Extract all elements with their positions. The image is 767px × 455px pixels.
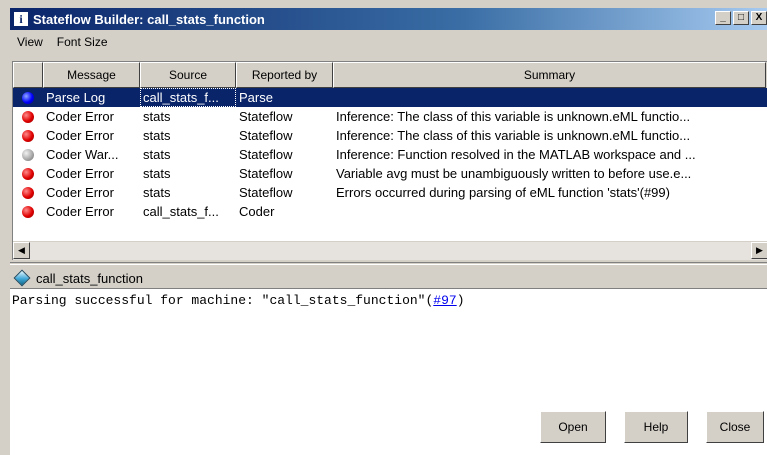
status-cell [13,164,43,183]
reported-by-cell: Stateflow [239,185,293,200]
blue-dot-icon [22,91,34,104]
source-cell: call_stats_f... [143,204,219,219]
minimize-button[interactable]: _ [715,11,731,25]
menu-font-size[interactable]: Font Size [50,35,115,49]
summary-cell: Inference: Function resolved in the MATL… [336,147,696,162]
machine-name: call_stats_function [36,270,143,286]
maximize-button[interactable]: □ [733,11,749,25]
table-row[interactable]: Coder Error stats Stateflow Errors occurred… [13,183,767,202]
source-cell: stats [143,166,171,181]
table-row[interactable]: Coder Error stats Stateflow Variable avg mu… [13,164,767,183]
horizontal-scrollbar[interactable]: ◀ ▶ [13,241,767,260]
message-cell: Coder Error [46,166,114,181]
gray-dot-icon [22,148,34,161]
summary-cell: Errors occurred during parsing of eML fu… [336,185,670,200]
window-controls: _ □ X [715,11,767,25]
message-cell: Parse Log [46,90,106,105]
reported-by-cell: Coder [239,204,275,219]
header-source[interactable]: Source [140,62,236,88]
status-cell [13,88,43,107]
header-message[interactable]: Message [43,62,140,88]
table-body: Parse Log call_stats_f... Parse Coder Error… [13,88,767,221]
output-link[interactable]: #97 [433,293,456,308]
summary-cell: Inference: The class of this variable is… [336,128,691,143]
summary-cell [333,88,766,107]
scroll-right-button[interactable]: ▶ [751,242,767,259]
source-cell: stats [143,147,171,162]
open-button[interactable]: Open [540,411,606,443]
scroll-left-button[interactable]: ◀ [13,242,30,259]
red-dot-icon [22,167,34,180]
message-table: Message Source Reported by Summary Parse… [12,61,767,260]
table-row[interactable]: Coder Error stats Stateflow Inference: The … [13,126,767,145]
reported-by-cell: Stateflow [239,166,293,181]
message-cell: Coder Error [46,109,114,124]
red-dot-icon [22,205,34,218]
red-dot-icon [22,110,34,123]
reported-by-cell: Stateflow [239,128,293,143]
header-summary[interactable]: Summary [333,62,766,88]
table-row[interactable]: Coder Error call_stats_f... Coder [13,202,767,221]
table-row[interactable]: Coder War... stats Stateflow Inference: Fun… [13,145,767,164]
pane-divider[interactable] [10,262,767,265]
header-reported-by[interactable]: Reported by [236,62,333,88]
status-cell [13,145,43,164]
window-title: Stateflow Builder: call_stats_function [33,11,265,27]
help-button[interactable]: Help [624,411,688,443]
reported-by-cell: Stateflow [239,109,293,124]
message-cell: Coder War... [46,147,119,162]
source-cell: stats [143,185,171,200]
header-icon-column[interactable] [13,62,43,88]
status-cell [13,126,43,145]
table-header: Message Source Reported by Summary [13,62,767,88]
machine-diamond-icon [13,269,31,287]
title-bar: i Stateflow Builder: call_stats_function… [10,8,767,30]
output-prefix: Parsing successful for machine: "call_st… [12,293,434,308]
red-dot-icon [22,129,34,142]
info-icon: i [14,12,28,26]
source-cell: stats [143,109,171,124]
output-suffix: ) [456,293,465,308]
close-window-button[interactable]: X [751,11,767,25]
machine-label: call_stats_function [13,269,143,287]
table-row[interactable]: Coder Error stats Stateflow Inference: The … [13,107,767,126]
menu-bar: View Font Size [10,31,767,53]
message-cell: Coder Error [46,204,114,219]
status-cell [13,107,43,126]
close-button[interactable]: Close [706,411,764,443]
source-cell: call_stats_f... [140,88,236,107]
summary-cell: Variable avg must be unambiguously writt… [336,166,692,181]
table-row[interactable]: Parse Log call_stats_f... Parse [13,88,767,107]
reported-by-cell: Stateflow [239,147,293,162]
status-cell [13,183,43,202]
red-dot-icon [22,186,34,199]
summary-cell [333,202,766,221]
message-cell: Coder Error [46,185,114,200]
message-cell: Coder Error [46,128,114,143]
summary-cell: Inference: The class of this variable is… [336,109,691,124]
output-text: Parsing successful for machine: "call_st… [10,289,767,308]
reported-by-cell: Parse [239,90,273,105]
source-cell: stats [143,128,171,143]
status-cell [13,202,43,221]
menu-view[interactable]: View [10,35,50,49]
